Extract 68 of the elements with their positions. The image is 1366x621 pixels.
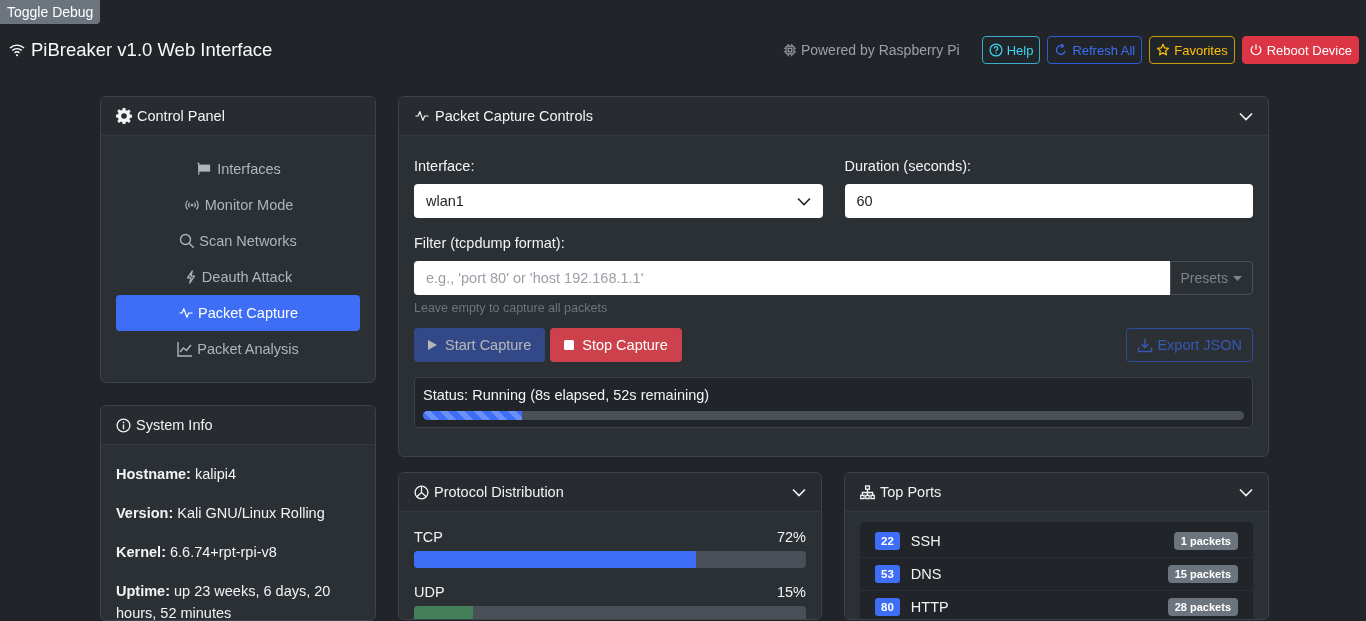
reboot-button[interactable]: Reboot Device [1241,36,1359,64]
port-number: 80 [875,598,900,616]
play-icon [428,340,437,350]
protocol-name: TCP [414,529,443,545]
info-line: Version: Kali GNU/Linux Rolling [116,504,326,523]
port-number: 22 [875,532,900,550]
chevron-down-icon[interactable] [792,487,806,497]
protocol-percent: 15% [776,584,806,600]
card-title: Protocol Distribution [434,484,565,500]
field-label: Interface: [414,158,476,174]
sidebar-item[interactable]: Packet Capture [116,295,360,331]
star-icon [1156,43,1171,57]
sidebar-item[interactable]: Monitor Mode [116,187,360,223]
card-title: Packet Capture Controls [435,108,594,124]
refresh-icon [1054,43,1069,57]
stop-icon [564,340,575,350]
service-name: SSH [910,533,942,549]
info-line: Kernel: 6.6.74+rpt-rpi-v8 [116,543,278,562]
info-circle-icon [116,417,131,433]
pie-chart-icon [414,484,429,500]
filter-field[interactable]: e.g., 'port 80' or 'host 192.168.1.1' [414,261,1170,295]
sidebar-item[interactable]: Deauth Attack [116,259,360,295]
service-name: DNS [910,566,943,582]
status-text: Status: Running (8s elapsed, 52s remaining) [423,387,711,403]
sidebar-item[interactable]: Packet Analysis [116,331,360,367]
download-icon [1137,337,1154,353]
field-label: Duration (seconds): [844,158,973,174]
info-line: Hostname: kalipi4 [116,465,238,484]
line-chart-icon [177,341,194,357]
card-title: Control Panel [137,108,226,124]
field-label: Filter (tcpdump format): [414,235,566,251]
chevron-down-icon [796,196,811,206]
power-icon [1248,43,1263,57]
port-number: 53 [875,565,900,583]
app-title: PiBreaker v1.0 Web Interface [31,39,274,61]
presets-dropdown[interactable]: Presets [1169,261,1253,295]
packet-count: 1 packets [1173,532,1238,550]
chevron-down-icon[interactable] [1239,111,1253,121]
card-title: System Info [136,417,214,433]
search-icon [179,233,196,249]
gear-icon [116,108,132,124]
stop-button[interactable]: Stop Capture [550,328,682,362]
pulse-icon [414,109,430,123]
chevron-down-icon[interactable] [1239,487,1253,497]
help-button[interactable]: Help [981,36,1041,64]
chip-icon [782,43,797,57]
service-name: HTTP [910,599,950,615]
sidebar-item[interactable]: Scan Networks [116,223,360,259]
toggle-debug-button[interactable]: Toggle Debug [0,0,101,24]
pulse-icon [178,306,194,320]
sidebar-item[interactable]: Interfaces [116,151,360,187]
wifi-icon [9,42,25,58]
network-tree-icon [860,484,875,500]
caret-icon [1233,275,1242,281]
favorites-button[interactable]: Favorites [1149,36,1235,64]
info-line: Uptime: up 23 weeks, 6 days, 20 hours, 52 minutes [116,582,332,620]
packet-count: 15 packets [1167,565,1238,583]
broadcast-icon [182,198,201,212]
protocol-percent: 72% [776,529,806,545]
help-text: Leave empty to capture all packets [414,301,609,315]
question-circle-icon [988,43,1003,57]
card-title: Top Ports [880,484,943,500]
protocol-name: UDP [414,584,445,600]
powered-by-text: Powered by Raspberry Pi [800,42,960,58]
refresh-button[interactable]: Refresh All [1047,36,1143,64]
packet-count: 28 packets [1167,598,1238,616]
interface-select[interactable]: wlan1 [414,184,823,218]
duration-field[interactable]: 60 [844,184,1253,218]
